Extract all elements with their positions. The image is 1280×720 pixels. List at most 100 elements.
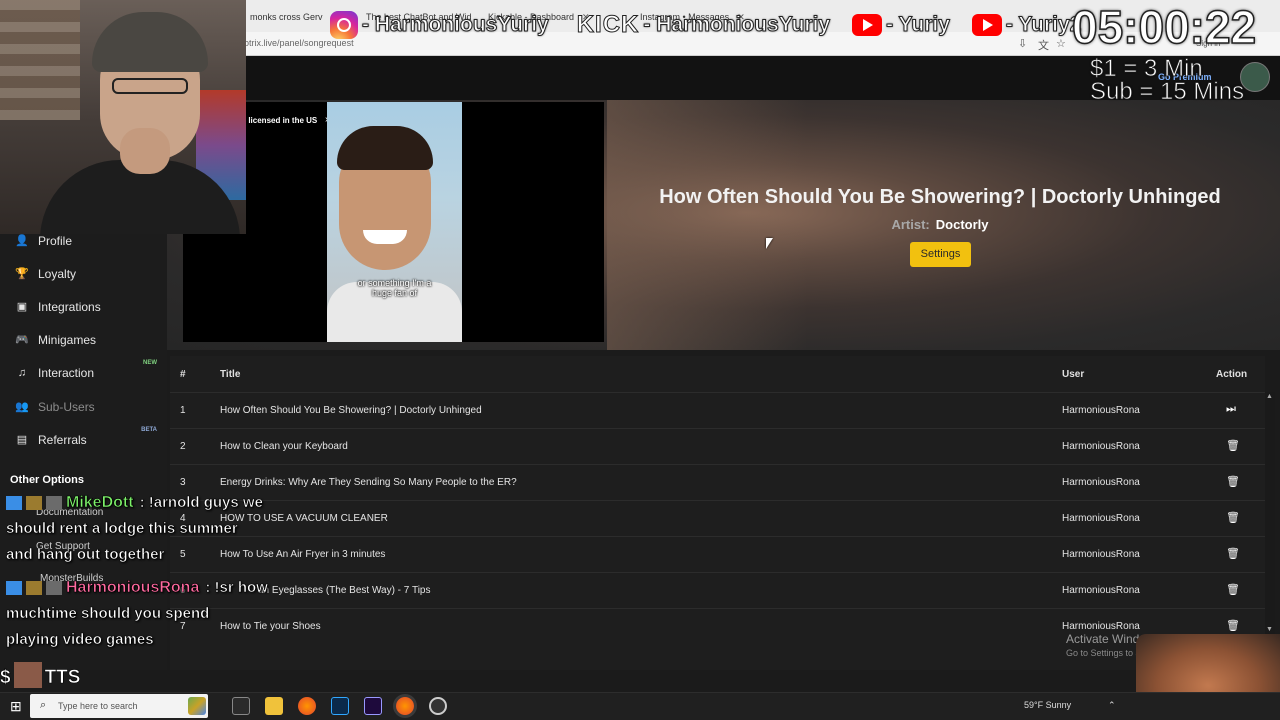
minecraft-icon[interactable] [188,697,206,715]
row-number: 1 [180,405,186,416]
row-title[interactable]: How Often Should You Be Showering? | Doc… [220,405,482,416]
video-notice[interactable]: r licensed in the US [243,116,317,125]
scrollbar[interactable] [1265,392,1275,637]
sidebar-item-label: Interaction [38,365,95,380]
instagram-icon [330,11,358,39]
social-handles-overlay: - HarmoniousYuriy KICK - HarmoniousYuriy… [330,8,1082,42]
photoshop-icon[interactable] [331,697,349,715]
scroll-down-icon[interactable]: ▼ [1266,626,1273,633]
youtube-icon [971,14,1002,36]
chat-username: HarmoniousRona [66,579,200,597]
scroll-up-icon[interactable]: ▲ [1266,393,1273,400]
chat-username: MikeDott [66,494,134,512]
row-user: HarmoniousRona [1062,621,1140,632]
chat-badge-icons [6,581,62,596]
search-placeholder: Type here to search [58,701,138,711]
youtube-icon [852,14,883,36]
chat-badge-icons [6,496,62,511]
row-number: 7 [180,621,186,632]
sidebar-item-integrations[interactable]: ▣ Integrations [0,290,167,323]
gamepad-icon: 🎮 [15,334,29,346]
obs-icon[interactable] [429,697,447,715]
task-view-icon[interactable] [232,697,250,715]
tts-text: TTS [44,667,81,689]
trash-icon[interactable]: 🗑 [1226,619,1240,632]
sidebar-item-referrals[interactable]: ▤ Referrals BETA [0,423,167,456]
trash-icon[interactable]: 🗑 [1226,511,1240,524]
column-header-action: Action [1216,369,1248,380]
kick-icon: KICK [576,11,640,39]
trash-icon[interactable]: 🗑 [1226,439,1240,452]
sidebar-section-heading: Other Options [10,474,84,486]
webcam-beanie [92,12,208,72]
row-user: HarmoniousRona [1062,441,1140,452]
row-title[interactable]: HOW TO USE A VACUUM CLEANER [220,513,388,524]
firefox-active-icon[interactable] [396,697,414,715]
column-header-title: Title [220,369,241,380]
skip-icon[interactable]: ⏭ [1226,403,1236,416]
row-title[interactable]: an Eyeglasses (The Best Way) - 7 Tips [258,585,430,596]
video-person-hair [337,126,433,170]
trash-icon[interactable]: 🗑 [1226,475,1240,488]
row-user: HarmoniousRona [1062,477,1140,488]
sidebar-item-sub-users[interactable]: 👥 Sub-Users [0,390,167,423]
firefox-icon[interactable] [298,697,316,715]
premiere-icon[interactable] [364,697,382,715]
row-title[interactable]: How to Clean your Keyboard [220,441,348,452]
social-handle: - HarmoniousYuriy [362,13,550,37]
video-player[interactable]: r licensed in the US › or something I'm … [183,102,604,342]
puzzle-icon: ▣ [16,301,28,313]
sidebar-item-interaction[interactable]: ♫ Interaction NEW [0,356,167,389]
id-card-icon: ▤ [16,434,28,446]
sidebar-item-minigames[interactable]: 🎮 Minigames [0,323,167,356]
avatar[interactable] [1240,62,1270,92]
users-icon: 👥 [15,401,29,413]
row-number: 2 [180,441,186,452]
music-icon: ♫ [17,366,27,379]
row-title[interactable]: Energy Drinks: Why Are They Sending So M… [220,477,517,488]
webcam-shelf [0,0,80,120]
social-handle: - Yuriy2 [1005,13,1082,37]
row-user: HarmoniousRona [1062,513,1140,524]
file-explorer-icon[interactable] [265,697,283,715]
timer-rate-sub: Sub = 15 Mins [1090,78,1245,106]
row-title[interactable]: How to Tie your Shoes [220,621,321,632]
sidebar-item-label: Referrals [38,432,87,447]
webcam-glasses [112,78,188,94]
trash-icon[interactable]: 🗑 [1226,583,1240,596]
chat-text: : !arnold guys we [139,494,263,512]
weather-widget[interactable]: 59°F Sunny [1024,700,1071,710]
chat-text: : !sr how [205,579,268,597]
mouse-cursor-icon [766,238,773,249]
sidebar-item-loyalty[interactable]: 🏆 Loyalty [0,257,167,290]
windows-start-icon[interactable]: ⊞ [10,698,22,715]
chat-message-line: muchtime should you spend [6,605,210,623]
subathon-timer: 05:00:22 [1071,0,1257,54]
video-caption: or something I'm a huge fan of [327,278,462,298]
artist-name: Doctorly [935,217,989,232]
column-header-user: User [1062,369,1085,380]
song-title: How Often Should You Be Showering? | Doc… [659,186,1221,208]
search-icon: ⌕ [40,699,47,711]
social-handle: - Yuriy [886,13,951,37]
trash-icon[interactable]: 🗑 [1226,547,1240,560]
chevron-up-icon[interactable]: ⌃ [1108,700,1116,711]
webcam-hand [120,128,170,174]
row-user: HarmoniousRona [1062,549,1140,560]
sidebar-item-label: Sub-Users [38,399,95,414]
row-user: HarmoniousRona [1062,405,1140,416]
user-icon: 👤 [15,235,29,247]
browser-tab[interactable]: monks cross Gerv✕ [250,6,330,28]
row-number: 3 [180,477,186,488]
chat-message-line: MikeDott : !arnold guys we [6,494,263,512]
chat-message-line: HarmoniousRona : !sr how [6,579,268,597]
trophy-icon: 🏆 [15,268,29,280]
tts-prefix: $ [0,667,11,689]
video-caption-line: or something I'm a [357,278,432,288]
settings-button[interactable]: Settings [910,242,971,267]
social-handle: - HarmoniousYuriy [643,13,831,37]
video-thumbnail [327,102,462,342]
column-header-num: # [180,369,186,380]
row-title[interactable]: How To Use An Air Fryer in 3 minutes [220,549,385,560]
sidebar-item-label: Loyalty [38,266,77,281]
